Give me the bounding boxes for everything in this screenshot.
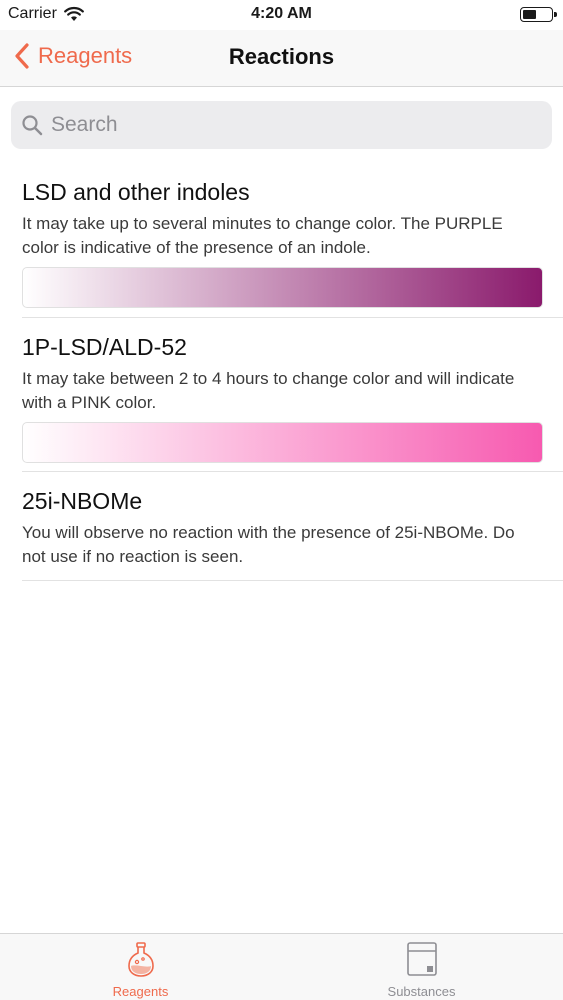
search-icon: [22, 115, 43, 136]
tab-label: Substances: [387, 984, 456, 999]
color-gradient-bar: [22, 422, 543, 463]
tab-label: Reagents: [112, 984, 169, 999]
reaction-title: LSD and other indoles: [22, 179, 250, 205]
page-title: Reactions: [228, 44, 335, 69]
substances-icon: [406, 942, 437, 976]
list-item[interactable]: 1P-LSD/ALD-52 It may take between 2 to 4…: [22, 318, 563, 472]
navigation-bar: Reagents Reactions: [0, 30, 563, 87]
status-time: 4:20 AM: [251, 5, 312, 22]
reaction-description: It may take between 2 to 4 hours to chan…: [22, 369, 515, 412]
reaction-list: LSD and other indoles It may take up to …: [0, 163, 563, 581]
status-bar: Carrier 4:20 AM: [0, 0, 563, 30]
tab-reagents[interactable]: Reagents: [0, 934, 281, 1000]
reaction-description: You will observe no reaction with the pr…: [22, 523, 515, 566]
color-gradient-bar: [22, 267, 543, 308]
search-bar[interactable]: [11, 101, 552, 149]
reaction-title: 1P-LSD/ALD-52: [22, 334, 187, 360]
search-input[interactable]: [51, 113, 531, 137]
tab-substances[interactable]: Substances: [281, 934, 562, 1000]
flask-icon: [127, 942, 154, 977]
list-item[interactable]: 25i-NBOMe You will observe no reaction w…: [22, 472, 563, 581]
reaction-title: 25i-NBOMe: [22, 488, 143, 514]
reaction-description: It may take up to several minutes to cha…: [22, 214, 503, 257]
tab-bar: Reagents Substances: [0, 933, 563, 1000]
list-item[interactable]: LSD and other indoles It may take up to …: [22, 163, 563, 318]
battery-nub: [554, 12, 557, 17]
battery-icon: [520, 7, 557, 22]
battery-fill: [523, 10, 536, 19]
